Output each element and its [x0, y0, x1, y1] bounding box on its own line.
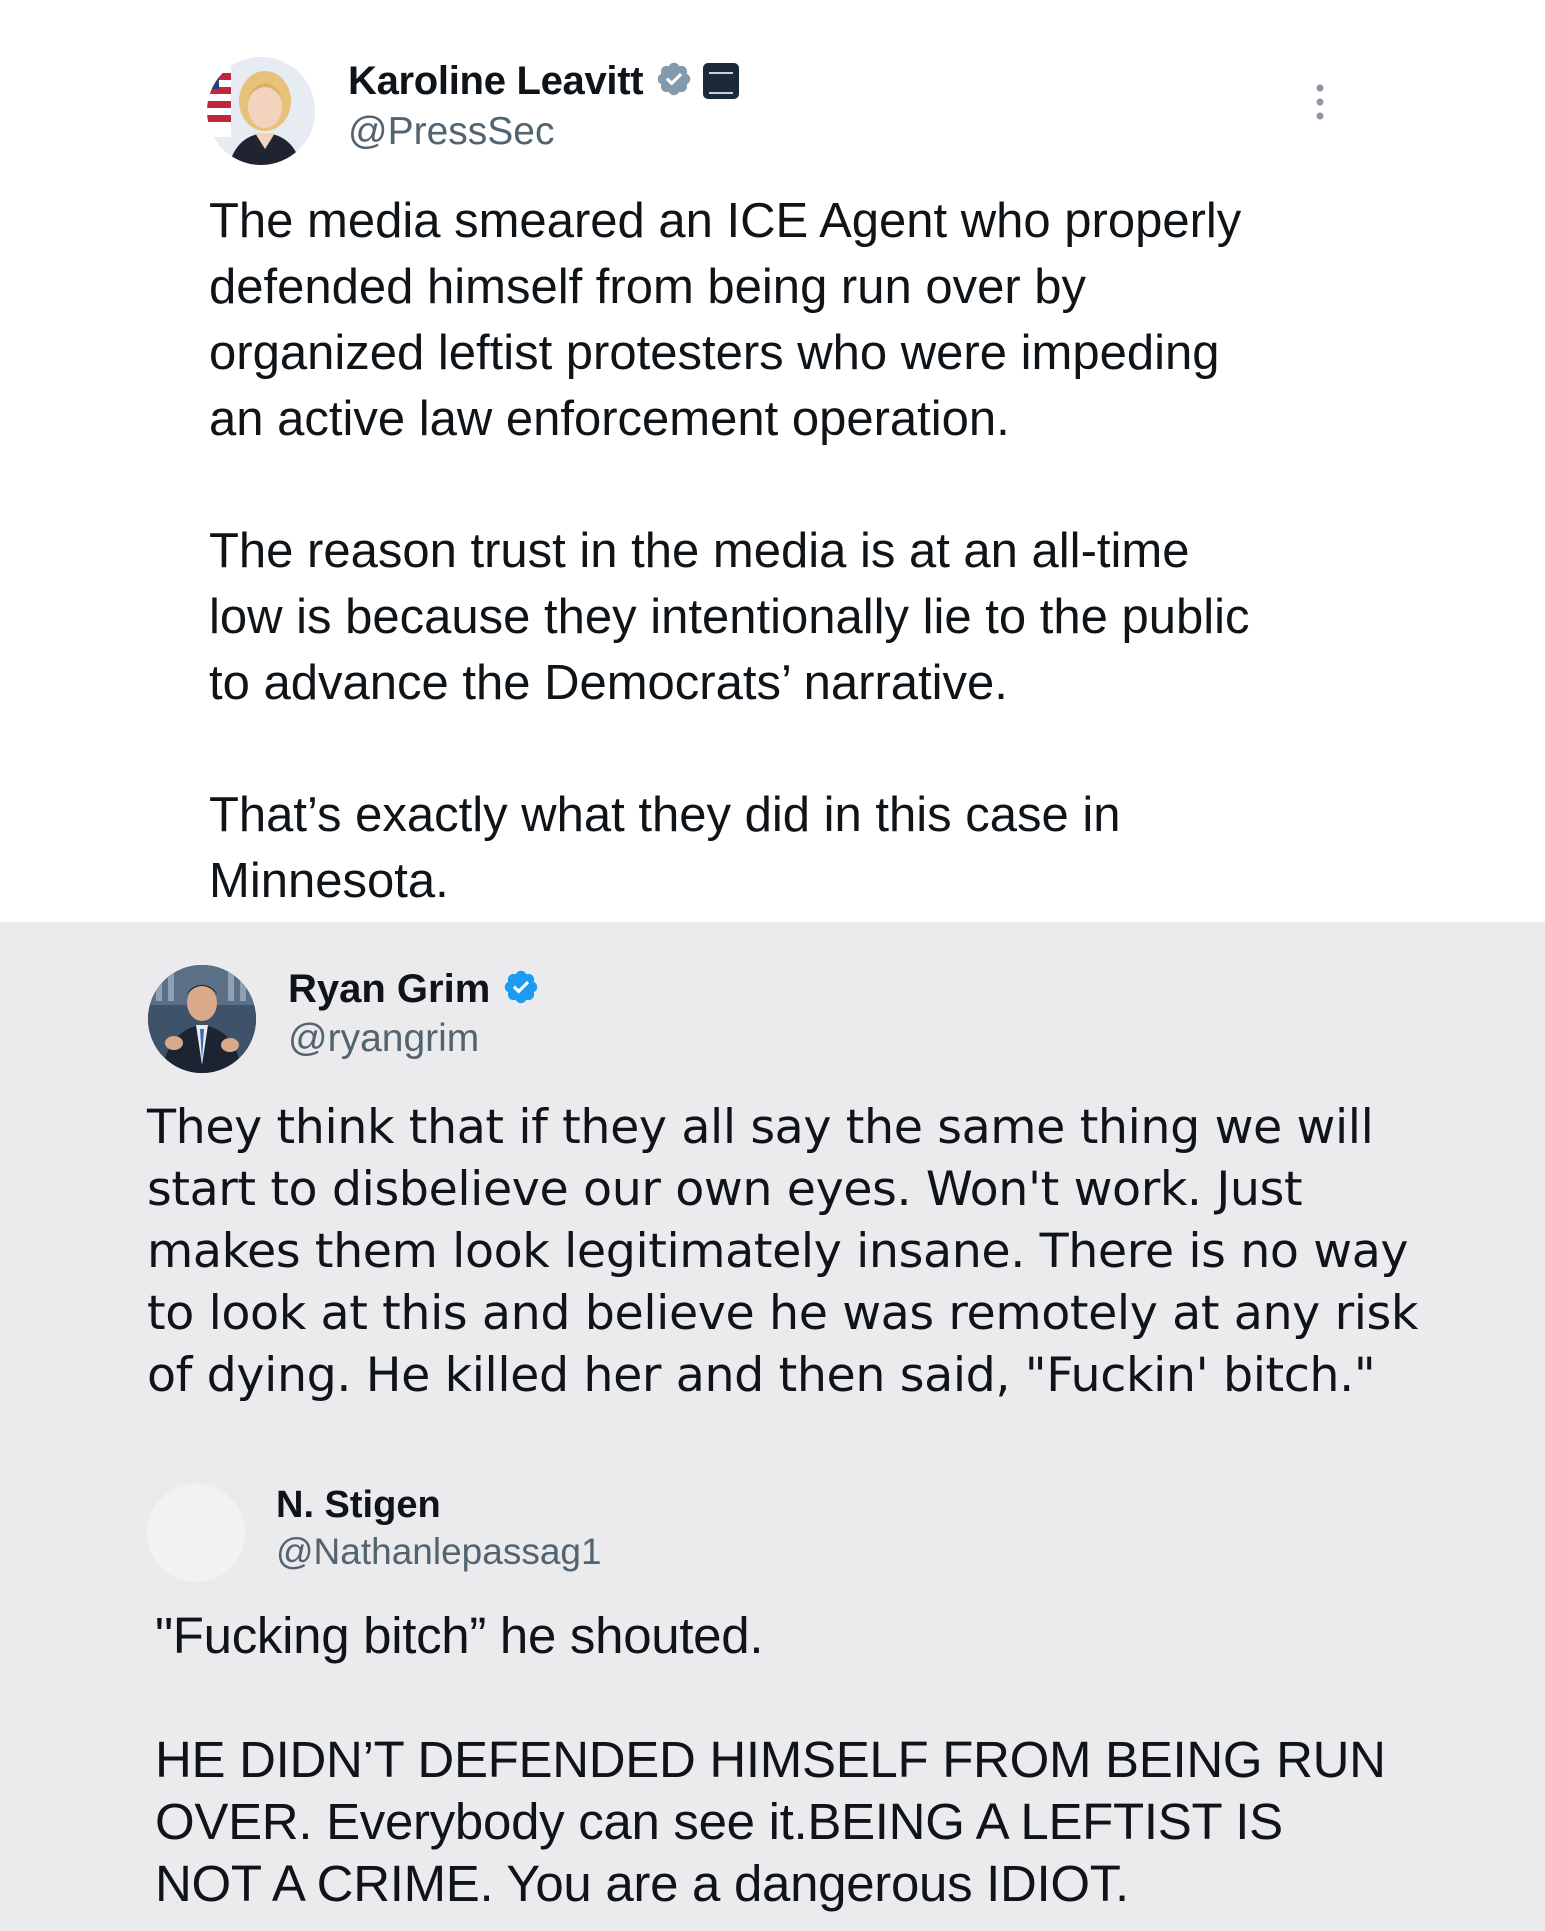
author-name[interactable]: Karoline Leavitt: [348, 59, 644, 104]
author-handle[interactable]: @PressSec: [348, 110, 554, 154]
tweet-text: They think that if they all say the same…: [147, 1100, 1418, 1403]
author-name-line: Karoline Leavitt: [348, 56, 740, 106]
avatar-photo: [207, 57, 315, 165]
tweet-text: The media smeared an ICE Agent who prope…: [209, 194, 1250, 908]
avatar[interactable]: [207, 57, 315, 165]
tweet-text: "Fucking bitch” he shouted. HE DIDN’T DE…: [155, 1607, 1386, 1912]
author-name[interactable]: Ryan Grim: [288, 967, 490, 1012]
white-house-badge-icon: [703, 63, 740, 99]
avatar[interactable]: [148, 965, 256, 1073]
avatar-photo: [148, 965, 256, 1073]
author-handle[interactable]: @Nathanlepassag1: [276, 1531, 602, 1573]
author-name-line: Ryan Grim: [288, 964, 540, 1014]
verified-badge-icon: [502, 968, 540, 1011]
tweet-card-presssec: Karoline Leavitt @PressSec The media sme…: [0, 0, 1545, 922]
avatar[interactable]: [147, 1484, 245, 1582]
more-options-icon[interactable]: [1310, 82, 1330, 122]
author-handle[interactable]: @ryangrim: [288, 1017, 479, 1061]
verified-badge-icon: [655, 60, 693, 103]
author-name-line: N. Stigen: [276, 1482, 441, 1528]
author-name[interactable]: N. Stigen: [276, 1484, 441, 1527]
